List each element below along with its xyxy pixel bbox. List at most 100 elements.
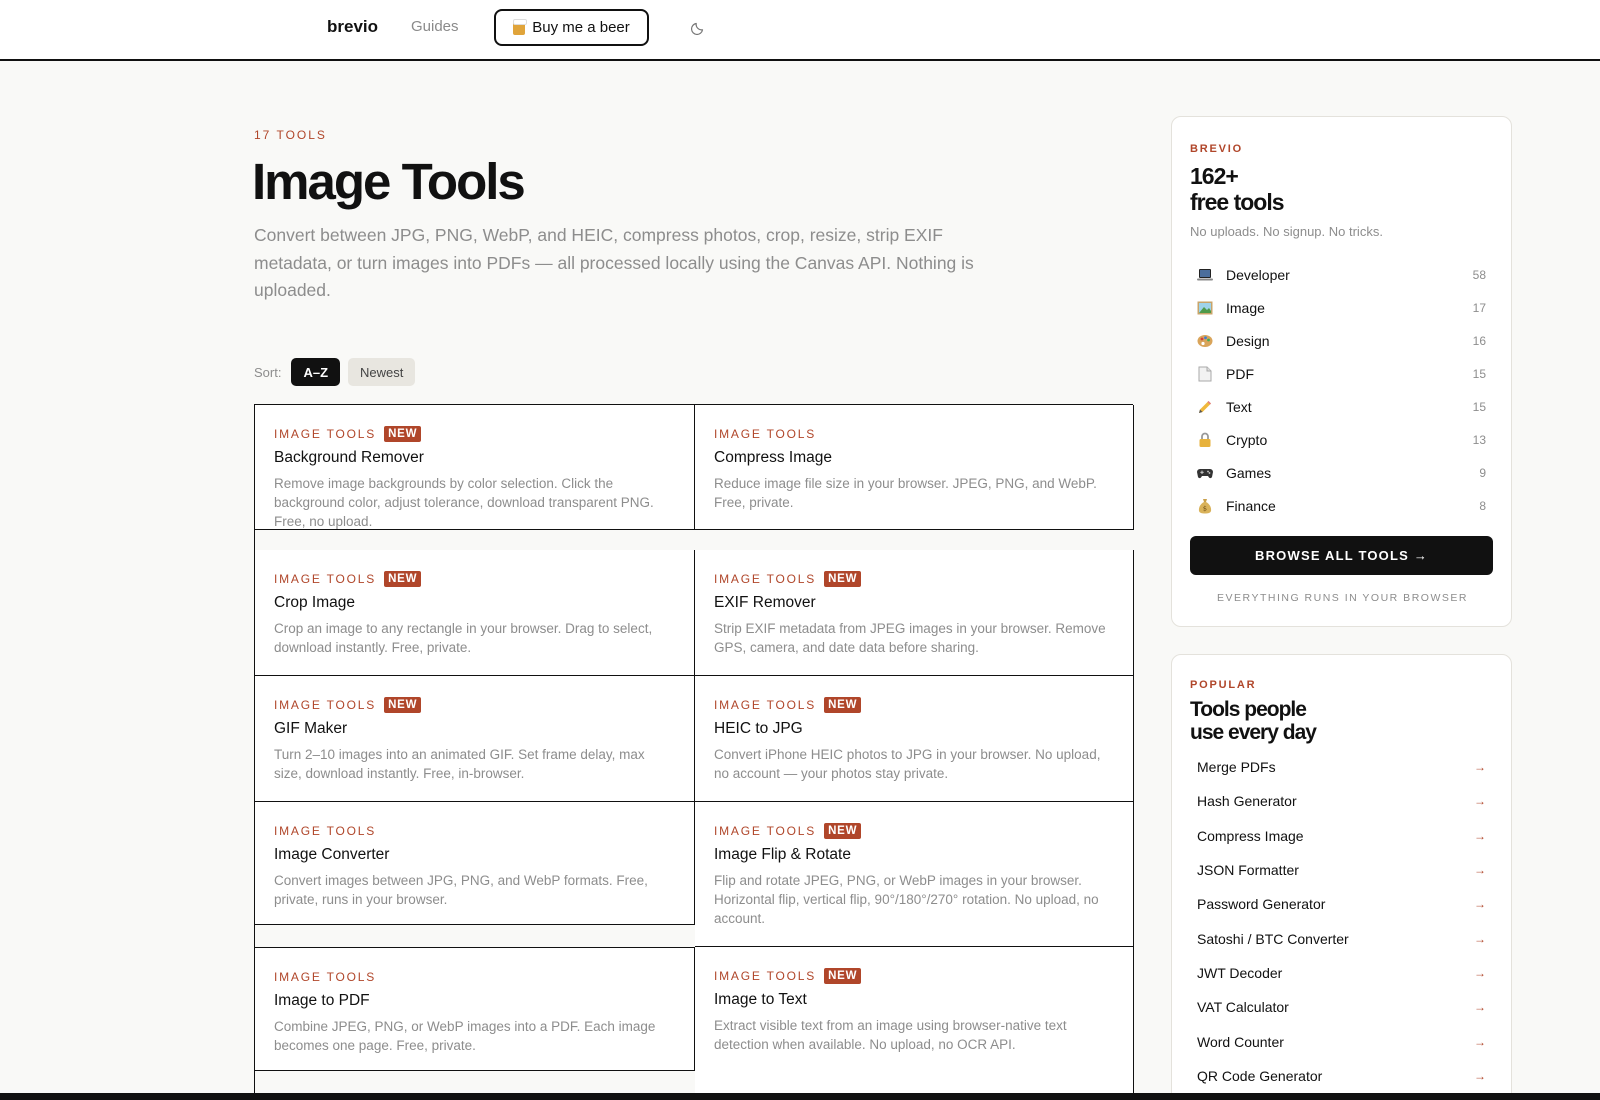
top-navigation-bar: brevio Guides Buy me a beer (0, 0, 1600, 61)
sort-az-button[interactable]: A–Z (291, 358, 341, 386)
theme-toggle-button[interactable] (689, 17, 709, 37)
category-count: 58 (1472, 267, 1486, 282)
category-count: 8 (1479, 498, 1486, 513)
category-item-games[interactable]: Games 9 (1190, 456, 1492, 489)
popular-item-label: Satoshi / BTC Converter (1197, 930, 1349, 947)
new-badge: NEW (384, 426, 422, 442)
sort-label: Sort: (254, 364, 282, 380)
card-title: Compress Image (714, 449, 833, 466)
tool-card[interactable]: IMAGE TOOLS Compress Image Reduce image … (695, 405, 1134, 530)
tool-card[interactable]: IMAGE TOOLS Image to PDF Combine JPEG, P… (255, 947, 695, 1071)
new-badge: NEW (824, 968, 862, 984)
popular-item-qr-code-generator[interactable]: QR Code Generator → (1190, 1059, 1492, 1093)
tool-card[interactable]: IMAGE TOOLS NEW Image Flip & Rotate Flip… (695, 802, 1134, 947)
moon-icon (691, 22, 704, 35)
page-title: Image Tools (252, 153, 526, 210)
popular-item-label: Word Counter (1197, 1033, 1284, 1050)
popular-item-label: QR Code Generator (1197, 1067, 1323, 1084)
popular-item-label: JWT Decoder (1197, 964, 1283, 981)
card-category: IMAGE TOOLS (714, 427, 817, 441)
category-item-image[interactable]: Image 17 (1190, 291, 1492, 324)
category-item-design[interactable]: Design 16 (1190, 324, 1492, 357)
card-category: IMAGE TOOLS (714, 572, 817, 586)
category-name: Image (1226, 299, 1265, 316)
popular-headline-2: use every day (1190, 721, 1317, 744)
card-category: IMAGE TOOLS (274, 427, 377, 441)
category-count: 15 (1472, 366, 1486, 381)
new-badge: NEW (824, 571, 862, 587)
popular-item-label: Compress Image (1197, 827, 1304, 844)
popular-item-word-counter[interactable]: Word Counter → (1190, 1024, 1492, 1058)
card-description: Strip EXIF metadata from JPEG images in … (714, 621, 1106, 656)
popular-tools-list: Merge PDFs → Hash Generator → Compress I… (1190, 750, 1492, 1093)
brand-logo-link[interactable]: brevio (327, 17, 378, 37)
tool-card[interactable]: IMAGE TOOLS NEW Background Remover Remov… (255, 405, 695, 530)
card-description: Reduce image file size in your browser. … (714, 476, 1097, 511)
popular-item-satoshi-btc-converter[interactable]: Satoshi / BTC Converter → (1190, 921, 1492, 955)
tool-card[interactable]: IMAGE TOOLS Image Converter Convert imag… (255, 802, 695, 925)
tool-categories-card: BREVIO 162+ free tools No uploads. No si… (1171, 116, 1512, 627)
popular-item-json-formatter[interactable]: JSON Formatter → (1190, 853, 1492, 887)
tool-card[interactable]: IMAGE TOOLS NEW GIF Maker Turn 2–10 imag… (255, 676, 695, 802)
tool-card[interactable]: IMAGE TOOLS NEW Image to Text Extract vi… (695, 947, 1134, 1100)
arrow-right-icon: → (1474, 1034, 1486, 1049)
category-name: Developer (1226, 266, 1290, 283)
browse-all-tools-button[interactable]: BROWSE ALL TOOLS → (1190, 536, 1493, 575)
sidebar-headline-text: free tools (1190, 189, 1285, 215)
popular-item-password-generator[interactable]: Password Generator → (1190, 887, 1492, 921)
nav-link-guides[interactable]: Guides (411, 18, 459, 35)
buy-me-a-beer-button[interactable]: Buy me a beer (494, 9, 649, 46)
tool-grid: IMAGE TOOLS NEW Background Remover Remov… (254, 404, 1134, 1100)
arrow-right-icon: → (1474, 828, 1486, 843)
new-badge: NEW (384, 697, 422, 713)
document-icon (1197, 366, 1213, 382)
sort-controls: Sort: A–Z Newest (254, 358, 416, 386)
category-name: Text (1226, 398, 1252, 415)
sidebar-eyebrow: BREVIO (1190, 143, 1243, 155)
arrow-right-icon: → (1474, 965, 1486, 980)
card-description: Crop an image to any rectangle in your b… (274, 621, 653, 656)
category-item-text[interactable]: Text 15 (1190, 390, 1492, 423)
category-name: Crypto (1226, 431, 1268, 448)
card-description: Extract visible text from an image using… (714, 1018, 1067, 1053)
popular-eyebrow: POPULAR (1190, 679, 1257, 691)
popular-item-jwt-decoder[interactable]: JWT Decoder → (1190, 956, 1492, 990)
card-category: IMAGE TOOLS (714, 698, 817, 712)
category-name: Finance (1226, 497, 1276, 514)
tool-card[interactable]: IMAGE TOOLS NEW HEIC to JPG Convert iPho… (695, 676, 1134, 802)
card-category: IMAGE TOOLS (274, 824, 377, 838)
tool-card[interactable]: IMAGE TOOLS NEW Crop Image Crop an image… (255, 550, 695, 676)
popular-item-label: Merge PDFs (1197, 759, 1276, 776)
popular-item-merge-pdfs[interactable]: Merge PDFs → (1190, 750, 1492, 784)
arrow-right-icon: → (1474, 931, 1486, 946)
category-count: 17 (1472, 300, 1486, 315)
gamepad-icon (1197, 465, 1213, 481)
popular-item-vat-calculator[interactable]: VAT Calculator → (1190, 990, 1492, 1024)
popular-item-compress-image[interactable]: Compress Image → (1190, 819, 1492, 853)
popular-tools-card: POPULAR Tools people use every day Merge… (1171, 654, 1512, 1100)
card-description: Remove image backgrounds by color select… (274, 476, 654, 530)
lock-icon (1197, 432, 1213, 448)
money-bag-icon: $ (1197, 498, 1213, 514)
category-item-developer[interactable]: Developer 58 (1190, 258, 1492, 291)
new-badge: NEW (824, 697, 862, 713)
sort-newest-button[interactable]: Newest (348, 358, 416, 386)
card-category: IMAGE TOOLS (274, 572, 377, 586)
card-description: Combine JPEG, PNG, or WebP images into a… (274, 1019, 656, 1054)
card-category: IMAGE TOOLS (274, 970, 377, 984)
bottom-edge-bar (0, 1093, 1600, 1100)
category-item-pdf[interactable]: PDF 15 (1190, 357, 1492, 390)
tool-count-eyebrow: 17 TOOLS (254, 128, 327, 142)
popular-item-label: VAT Calculator (1197, 999, 1289, 1016)
card-description: Turn 2–10 images into an animated GIF. S… (274, 747, 645, 782)
card-category: IMAGE TOOLS (714, 824, 817, 838)
category-count: 13 (1472, 432, 1486, 447)
popular-item-hash-generator[interactable]: Hash Generator → (1190, 784, 1492, 818)
card-title: GIF Maker (274, 720, 348, 737)
category-item-crypto[interactable]: Crypto 13 (1190, 423, 1492, 456)
tool-card[interactable]: IMAGE TOOLS NEW EXIF Remover Strip EXIF … (695, 550, 1134, 676)
sidebar-subtitle: No uploads. No signup. No tricks. (1190, 224, 1383, 239)
category-item-finance[interactable]: $ Finance 8 (1190, 489, 1492, 522)
popular-headline-1: Tools people (1190, 698, 1307, 721)
card-category: IMAGE TOOLS (274, 698, 377, 712)
